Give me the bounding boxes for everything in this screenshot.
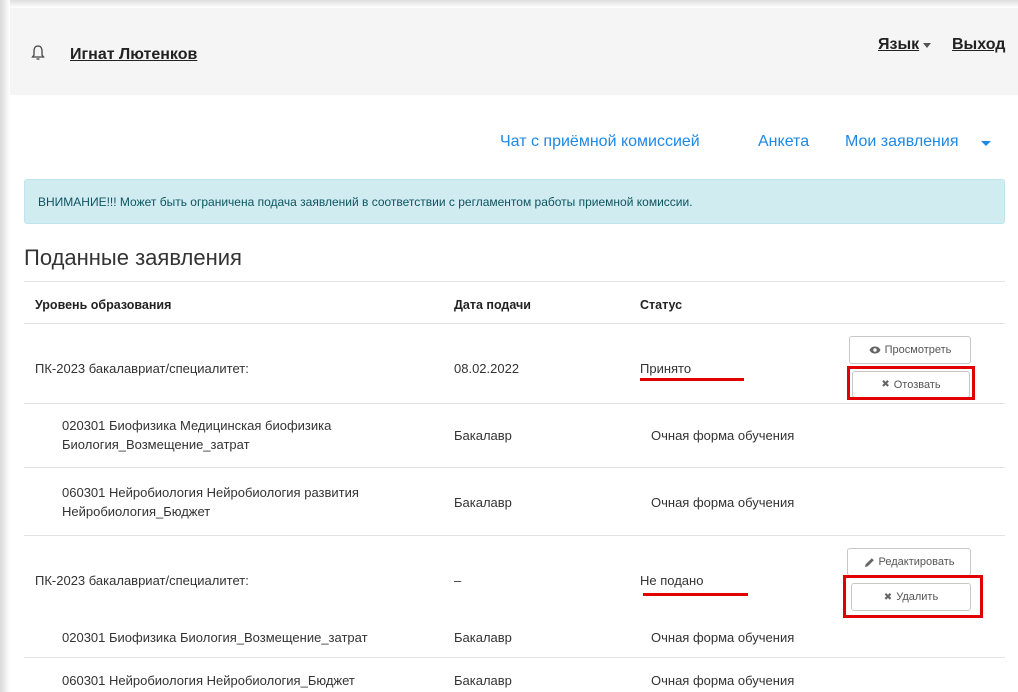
- page-title: Поданные заявления: [24, 245, 242, 270]
- application-title: ПК-2023 бакалавриат/специалитет:: [35, 361, 249, 376]
- nav-chat-link[interactable]: Чат с приёмной комиссией: [500, 133, 700, 151]
- table-divider: [24, 657, 1005, 658]
- program-name: 020301 Биофизика Биология_Возмещение_зат…: [62, 630, 368, 645]
- view-application-button[interactable]: Просмотреть: [849, 336, 971, 364]
- user-name-link[interactable]: Игнат Лютенков: [70, 46, 197, 64]
- table-divider: [24, 323, 1005, 324]
- program-study-form: Очная форма обучения: [651, 428, 795, 443]
- program-name: 020301 Биофизика Медицинская биофизика: [62, 418, 332, 433]
- chevron-down-icon[interactable]: [923, 43, 931, 48]
- column-header-date: Дата подачи: [454, 298, 531, 312]
- window-shadow-left: [0, 0, 10, 692]
- program-study-form: Очная форма обучения: [651, 630, 795, 645]
- window-shadow-top: [0, 0, 1018, 8]
- warning-alert: ВНИМАНИЕ!!! Может быть ограничена подача…: [24, 179, 1005, 224]
- table-divider: [24, 281, 1005, 282]
- column-header-level: Уровень образования: [35, 298, 172, 312]
- status-highlight-underline: [643, 593, 748, 596]
- application-status: Не подано: [640, 573, 704, 588]
- edit-application-button[interactable]: Редактировать: [847, 548, 971, 576]
- table-divider: [24, 467, 1005, 468]
- language-menu[interactable]: Язык: [878, 36, 919, 54]
- application-status: Принято: [640, 361, 692, 376]
- view-button-label: Просмотреть: [884, 344, 952, 356]
- program-name: 060301 Нейробиология Нейробиология разви…: [62, 485, 359, 500]
- pencil-icon: [864, 557, 874, 567]
- program-name: 060301 Нейробиология Нейробиология_Бюдже…: [62, 673, 355, 688]
- program-level: Бакалавр: [454, 428, 512, 443]
- program-level: Бакалавр: [454, 673, 512, 688]
- bell-icon[interactable]: [30, 44, 46, 62]
- application-date: –: [454, 573, 462, 588]
- table-divider: [24, 403, 1005, 404]
- program-name-line2: Нейробиология_Бюджет: [62, 504, 211, 519]
- program-level: Бакалавр: [454, 630, 512, 645]
- program-name-line2: Биология_Возмещение_затрат: [62, 437, 250, 452]
- table-divider: [24, 535, 1005, 536]
- application-date: 08.02.2022: [454, 361, 520, 376]
- application-title: ПК-2023 бакалавриат/специалитет:: [35, 573, 249, 588]
- highlight-box: [847, 366, 975, 400]
- column-header-status: Статус: [640, 298, 683, 312]
- highlight-box: [843, 575, 983, 618]
- chevron-down-icon[interactable]: [981, 141, 991, 146]
- program-study-form: Очная форма обучения: [651, 495, 795, 510]
- logout-link[interactable]: Выход: [952, 36, 1005, 54]
- program-study-form: Очная форма обучения: [651, 673, 795, 688]
- nav-questionnaire-link[interactable]: Анкета: [758, 133, 809, 151]
- program-level: Бакалавр: [454, 495, 512, 510]
- eye-icon: [869, 346, 881, 354]
- nav-my-applications-dropdown[interactable]: Мои заявления: [845, 133, 959, 151]
- top-header: Игнат Лютенков Язык Выход: [10, 8, 1018, 95]
- alert-text: ВНИМАНИЕ!!! Может быть ограничена подача…: [38, 195, 693, 209]
- edit-button-label: Редактировать: [878, 556, 955, 568]
- status-highlight-underline: [640, 378, 744, 381]
